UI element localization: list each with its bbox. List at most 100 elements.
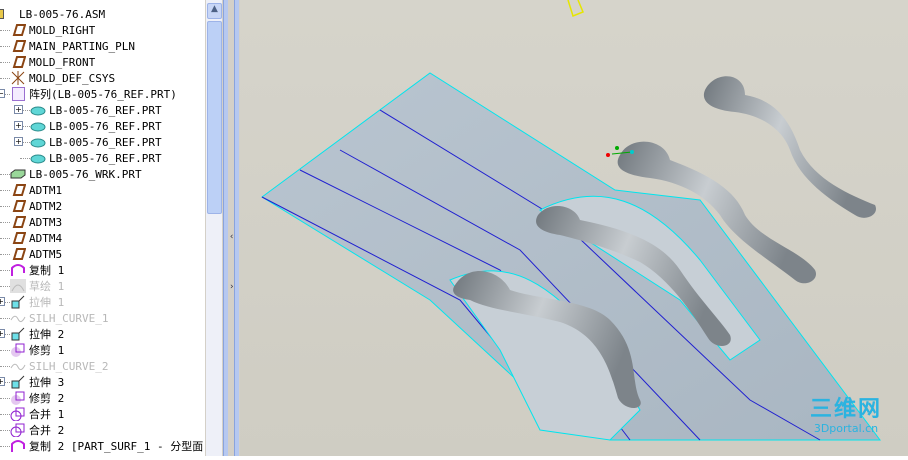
tree-item[interactable]: MAIN_PARTING_PLN [10, 38, 135, 54]
tree-item[interactable]: + 拉伸 1 [0, 294, 65, 310]
tree-item-label: ADTM4 [29, 231, 63, 245]
tree-item[interactable]: ADTM4 [10, 230, 62, 246]
part-icon [30, 103, 46, 117]
tree-item-label: LB-005-76_REF.PRT [49, 103, 162, 117]
tree-item[interactable]: SILH_CURVE_2 [10, 358, 108, 374]
tree-item-label: 拉伸 1 [29, 296, 65, 309]
tree-item[interactable]: + 拉伸 3 [0, 374, 65, 390]
tree-item[interactable]: 复制 1 [10, 262, 64, 278]
tree-item[interactable]: ADTM3 [10, 214, 62, 230]
tree-item-label: LB-005-76_REF.PRT [49, 119, 162, 133]
extrude-icon [10, 295, 26, 309]
panel-splitter[interactable]: ‹ › [222, 0, 240, 456]
tree-connector [0, 254, 10, 255]
expand-right-icon[interactable]: › [229, 282, 234, 292]
model-tree: LB-005-76.ASM MOLD_RIGHT MAIN_PARTING_PLN M… [0, 0, 205, 456]
tree-connector [0, 430, 10, 431]
expand-plus-icon[interactable]: + [14, 105, 23, 114]
datum-plane-icon [10, 199, 27, 213]
tree-item[interactable]: MOLD_FRONT [10, 54, 95, 70]
tree-item[interactable]: MOLD_RIGHT [10, 22, 95, 38]
tree-item-label: 复制 2 [PART_SURF_1 - 分型面] [29, 440, 205, 453]
tree-item[interactable]: + LB-005-76_REF.PRT [14, 118, 162, 134]
yellow-datum-marker [567, 0, 584, 17]
splitter-bar-right[interactable] [234, 0, 239, 456]
tree-connector [0, 414, 10, 415]
part-icon [30, 135, 46, 149]
tree-item-label: SILH_CURVE_1 [29, 311, 109, 325]
tree-item[interactable]: ADTM5 [10, 246, 62, 262]
tree-connector [0, 270, 10, 271]
tree-item-label: 合并 2 [29, 424, 65, 437]
datum-plane-icon [10, 39, 27, 53]
tree-item[interactable]: LB-005-76_WRK.PRT [10, 166, 142, 182]
tree-item-label: MOLD_DEF_CSYS [29, 71, 116, 85]
tree-connector [0, 206, 10, 207]
scroll-thumb[interactable] [207, 21, 222, 214]
trim-icon [10, 343, 26, 357]
curve-icon [10, 311, 26, 325]
tree-item[interactable]: ADTM1 [10, 182, 62, 198]
watermark-url: 3Dportal.cn [813, 422, 879, 435]
tree-connector [0, 286, 10, 287]
tree-item-label: MOLD_FRONT [29, 55, 96, 69]
graphics-viewport[interactable]: 三维网 3Dportal.cn [240, 0, 908, 456]
tree-item[interactable]: 复制 2 [PART_SURF_1 - 分型面] [10, 438, 205, 454]
tree-connector [0, 398, 10, 399]
tree-item-label: LB-005-76.ASM [19, 7, 106, 21]
tree-connector [0, 190, 10, 191]
tree-item-label: ADTM3 [29, 215, 63, 229]
tree-item-label: 拉伸 3 [29, 376, 65, 389]
tree-item-label: LB-005-76_WRK.PRT [29, 167, 142, 181]
tree-item[interactable]: − 阵列(LB-005-76_REF.PRT) [0, 86, 177, 102]
watermark-title: 三维网 [810, 397, 883, 422]
tree-item[interactable]: 合并 1 [10, 406, 64, 422]
merge-icon [10, 407, 26, 422]
copy-surface-icon [10, 263, 26, 277]
tree-item-label: LB-005-76_REF.PRT [49, 151, 162, 165]
splitter-bar-left[interactable] [223, 0, 228, 456]
tree-item[interactable]: + 拉伸 2 [0, 326, 65, 342]
tree-connector [0, 78, 10, 79]
tree-item[interactable]: LB-005-76_REF.PRT [30, 150, 162, 166]
expand-plus-icon[interactable]: + [14, 137, 23, 146]
curve-icon [10, 359, 26, 373]
tree-item-label: 复制 1 [29, 264, 65, 277]
datum-plane-icon [10, 215, 27, 229]
scroll-up-button[interactable]: ▲ [207, 3, 222, 19]
tree-connector [0, 174, 10, 175]
tree-item[interactable]: 合并 2 [10, 422, 64, 438]
tree-connector [0, 62, 10, 63]
tree-item[interactable]: LB-005-76.ASM [0, 6, 105, 22]
tree-item[interactable]: + LB-005-76_REF.PRT [14, 102, 162, 118]
watermark-logo: 三维网 3Dportal.cn [810, 397, 883, 436]
datum-plane-icon [10, 55, 27, 69]
tree-connector [0, 366, 10, 367]
tree-item-label: 修剪 1 [29, 344, 65, 357]
collapse-left-icon[interactable]: ‹ [229, 232, 234, 242]
datum-plane-icon [10, 183, 27, 197]
tree-item[interactable]: 草绘 1 [10, 278, 64, 294]
tree-item-label: 拉伸 2 [29, 328, 65, 341]
expand-plus-icon[interactable]: + [0, 329, 5, 338]
tree-connector [0, 222, 10, 223]
tree-item-label: ADTM2 [29, 199, 63, 213]
expand-plus-icon[interactable]: + [14, 121, 23, 130]
tree-item-label: ADTM5 [29, 247, 63, 261]
tree-item[interactable]: ADTM2 [10, 198, 62, 214]
tree-item-label: ADTM1 [29, 183, 63, 197]
tree-connector [0, 350, 10, 351]
tree-item[interactable]: + LB-005-76_REF.PRT [14, 134, 162, 150]
tree-item-label: 阵列(LB-005-76_REF.PRT) [29, 88, 177, 101]
part-icon [30, 119, 46, 133]
tree-scrollbar[interactable]: ▲ [205, 0, 222, 456]
tree-item[interactable]: MOLD_DEF_CSYS [10, 70, 115, 86]
expand-plus-icon[interactable]: + [0, 297, 5, 306]
model-3d-view[interactable] [240, 0, 908, 456]
expand-plus-icon[interactable]: + [0, 377, 5, 386]
tree-item[interactable]: SILH_CURVE_1 [10, 310, 108, 326]
tree-item[interactable]: 修剪 1 [10, 342, 64, 358]
expand-minus-icon[interactable]: − [0, 89, 5, 98]
tree-connector [0, 30, 10, 31]
tree-item[interactable]: 修剪 2 [10, 390, 64, 406]
